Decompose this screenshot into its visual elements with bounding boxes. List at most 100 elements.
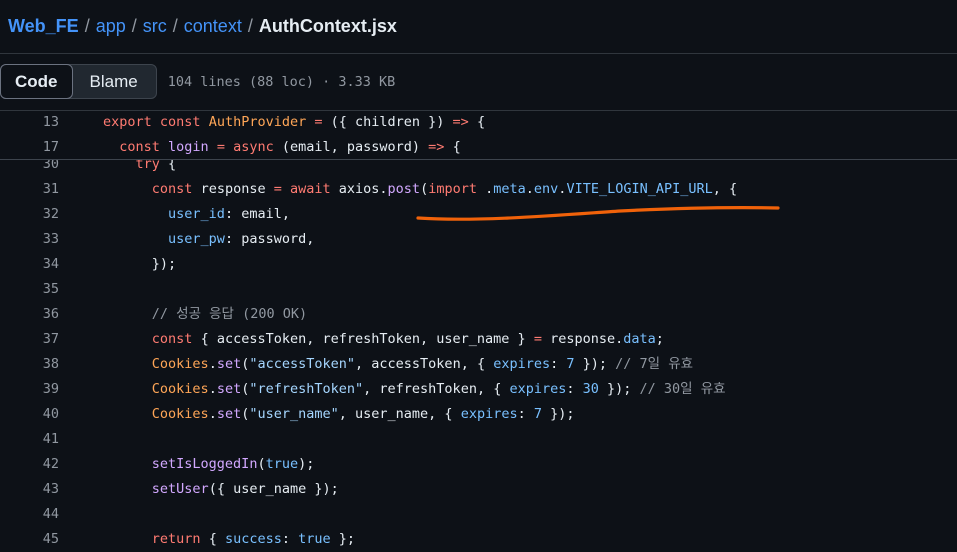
code-token: . (476, 181, 494, 197)
line-number[interactable]: 32 (0, 202, 59, 227)
code-token: ; (655, 331, 664, 347)
code-token: { (444, 139, 461, 155)
code-token: = (208, 139, 234, 155)
code-token: => (428, 139, 445, 155)
code-token: 30 (582, 381, 599, 397)
code-token: , accessToken, { (355, 356, 494, 372)
line-number[interactable]: 41 (0, 427, 59, 452)
code-token: post (387, 181, 421, 197)
code-token: = (273, 181, 290, 197)
line-number[interactable]: 42 (0, 452, 59, 477)
code-token: Cookies (151, 381, 209, 397)
code-token: login (168, 139, 209, 155)
code-token: => (452, 114, 469, 130)
code-token: Cookies (151, 406, 209, 422)
code-token: }); (574, 356, 616, 372)
code-token: // 7일 유효 (615, 356, 694, 372)
code-token: }); (598, 381, 640, 397)
line-content: // 성공 응답 (200 OK) (103, 302, 307, 327)
code-token: "user_name" (249, 406, 339, 422)
code-token: { accessToken, refreshToken, user_name } (200, 331, 534, 347)
line-number[interactable]: 36 (0, 302, 59, 327)
code-token: : (566, 381, 583, 397)
line-content: user_id: email, (103, 202, 290, 227)
code-token: = (306, 114, 331, 130)
line-number[interactable]: 17 (0, 135, 59, 160)
code-token: async (233, 139, 282, 155)
line-number[interactable]: 39 (0, 377, 59, 402)
code-token: expires (493, 356, 551, 372)
code-token: : (550, 356, 567, 372)
code-token: , { (712, 181, 738, 197)
code-token: return (151, 531, 209, 547)
line-content: }); (103, 252, 176, 277)
code-token: = (533, 331, 551, 347)
line-number[interactable]: 40 (0, 402, 59, 427)
code-token: response. (550, 331, 624, 347)
code-token: { (208, 531, 225, 547)
code-token: const (119, 139, 169, 155)
line-number[interactable]: 13 (0, 110, 59, 135)
code-token: const (151, 181, 201, 197)
code-token: setUser (151, 481, 209, 497)
code-token: // 성공 응답 (200 OK) (151, 306, 308, 322)
sticky-scope-divider (0, 159, 957, 160)
code-token: export (103, 114, 160, 130)
code-token: }); (103, 256, 177, 272)
line-content: const response = await axios.post(import… (103, 177, 737, 202)
code-token: meta (493, 181, 526, 197)
line-number[interactable]: 31 (0, 177, 59, 202)
code-token: : (281, 531, 299, 547)
code-token: , refreshToken, { (363, 381, 510, 397)
code-token: AuthProvider (208, 114, 307, 130)
line-number[interactable]: 33 (0, 227, 59, 252)
code-token: user_id (168, 206, 225, 222)
line-content: Cookies.set("refreshToken", refreshToken… (103, 377, 726, 402)
code-token: ( (420, 181, 429, 197)
line-number[interactable]: 43 (0, 477, 59, 502)
code-token: 7 (566, 356, 575, 372)
line-content: Cookies.set("user_name", user_name, { ex… (103, 402, 575, 427)
line-number[interactable]: 34 (0, 252, 59, 277)
code-token: ({ children }) (330, 114, 453, 130)
code-token: : password, (224, 231, 315, 247)
code-token: // 30일 유효 (639, 381, 726, 397)
line-content: user_pw: password, (103, 227, 314, 252)
code-token: }); (542, 406, 575, 422)
line-number[interactable]: 44 (0, 502, 59, 527)
line-content: setUser({ user_name }); (103, 477, 339, 502)
code-token: ( (257, 456, 266, 472)
code-token: env (533, 181, 559, 197)
code-token: . (208, 406, 217, 422)
code-token: { (468, 114, 486, 130)
line-number[interactable]: 38 (0, 352, 59, 377)
code-token: import (428, 181, 477, 197)
code-token: Cookies (151, 356, 209, 372)
code-token: . (208, 381, 217, 397)
code-token: set (216, 356, 242, 372)
code-viewer[interactable]: 30 try {31 const response = await axios.… (0, 0, 957, 547)
line-content: export const AuthProvider = ({ children … (103, 110, 485, 135)
code-token: }; (330, 531, 356, 547)
code-token: : email, (224, 206, 290, 222)
code-token: setIsLoggedIn (151, 456, 258, 472)
code-token: await (289, 181, 339, 197)
line-number[interactable]: 37 (0, 327, 59, 352)
line-number[interactable]: 35 (0, 277, 59, 302)
code-token: "accessToken" (249, 356, 356, 372)
code-token: VITE_LOGIN_API_URL (566, 181, 713, 197)
code-token: response (200, 181, 274, 197)
code-token: expires (509, 381, 567, 397)
line-content: setIsLoggedIn(true); (103, 452, 315, 477)
code-token: , user_name, { (338, 406, 461, 422)
code-token: 7 (533, 406, 542, 422)
